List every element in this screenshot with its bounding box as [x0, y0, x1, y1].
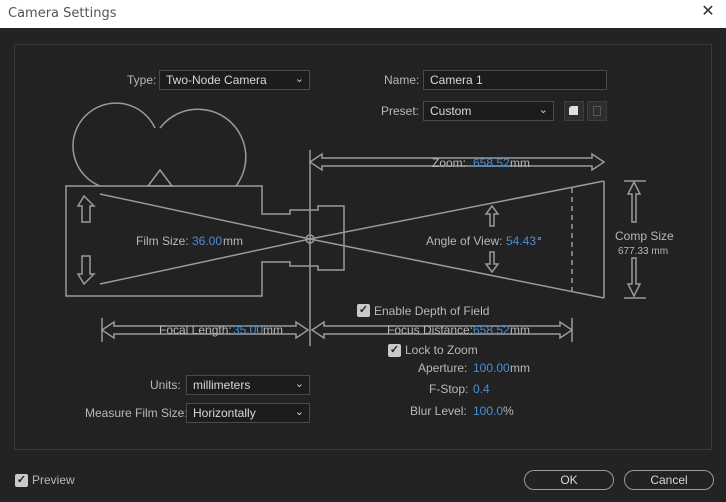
units-label: Units:: [150, 378, 181, 392]
aperture-unit: mm: [510, 361, 530, 375]
preview-label[interactable]: Preview: [32, 473, 75, 487]
delete-preset-icon: [593, 106, 601, 116]
chevron-down-icon: ⌄: [294, 73, 304, 85]
measure-film-size-value: Horizontally: [193, 406, 256, 420]
angle-of-view-unit: °: [537, 234, 542, 248]
delete-preset-button[interactable]: [587, 101, 607, 121]
blur-level-unit: %: [503, 404, 514, 418]
aperture-value[interactable]: 100.00: [473, 361, 510, 375]
type-value: Two-Node Camera: [166, 73, 267, 87]
film-size-unit: mm: [223, 234, 243, 248]
focus-distance-value[interactable]: 658.52: [473, 323, 510, 337]
chevron-down-icon: ⌄: [294, 406, 304, 418]
enable-dof-checkbox[interactable]: ✓: [357, 304, 370, 317]
fstop-label: F-Stop:: [429, 382, 469, 396]
fstop-value[interactable]: 0.4: [473, 382, 490, 396]
focal-length-value[interactable]: 35.00: [233, 323, 263, 337]
blur-level-label: Blur Level:: [410, 404, 467, 418]
enable-dof-label[interactable]: Enable Depth of Field: [374, 304, 489, 318]
aperture-label: Aperture:: [418, 361, 468, 375]
units-value: millimeters: [193, 378, 251, 392]
type-select[interactable]: Two-Node Camera ⌄: [159, 70, 310, 90]
ok-button[interactable]: OK: [524, 470, 614, 490]
name-label: Name:: [384, 73, 420, 87]
name-value: Camera 1: [430, 73, 483, 87]
angle-of-view-label: Angle of View:: [426, 234, 503, 248]
focus-distance-label: Focus Distance:: [387, 323, 474, 337]
film-size-value[interactable]: 36.00: [192, 234, 222, 248]
preview-checkbox[interactable]: ✓: [15, 474, 28, 487]
measure-film-size-select[interactable]: Horizontally ⌄: [186, 403, 310, 423]
cancel-button[interactable]: Cancel: [624, 470, 714, 490]
zoom-unit: mm: [510, 156, 530, 170]
focal-length-unit: mm: [263, 323, 283, 337]
film-size-label: Film Size:: [136, 234, 189, 248]
zoom-label: Zoom:: [432, 156, 467, 170]
name-input[interactable]: Camera 1: [423, 70, 607, 90]
angle-of-view-value[interactable]: 54.43: [506, 234, 536, 248]
preset-select[interactable]: Custom ⌄: [423, 101, 554, 121]
chevron-down-icon: ⌄: [294, 378, 304, 390]
lock-to-zoom-checkbox[interactable]: ✓: [388, 344, 401, 357]
zoom-value[interactable]: 658.52: [473, 156, 510, 170]
reel-left: [72, 102, 156, 187]
focus-distance-unit: mm: [510, 323, 530, 337]
focal-length-label: Focal Length:: [159, 323, 232, 337]
comp-size-value: 677.33 mm: [618, 246, 669, 257]
units-select[interactable]: millimeters ⌄: [186, 375, 310, 395]
measure-film-size-label: Measure Film Size:: [85, 406, 188, 420]
chevron-down-icon: ⌄: [538, 104, 548, 116]
new-preset-icon: [569, 106, 578, 115]
preset-value: Custom: [430, 104, 472, 118]
preset-label: Preset:: [381, 104, 420, 118]
new-preset-button[interactable]: [564, 101, 584, 121]
lock-to-zoom-label[interactable]: Lock to Zoom: [405, 343, 478, 357]
blur-level-value[interactable]: 100.0: [473, 404, 503, 418]
comp-size-label: Comp Size: [615, 229, 674, 243]
reel-right: [159, 108, 247, 187]
type-label: Type:: [127, 73, 157, 87]
